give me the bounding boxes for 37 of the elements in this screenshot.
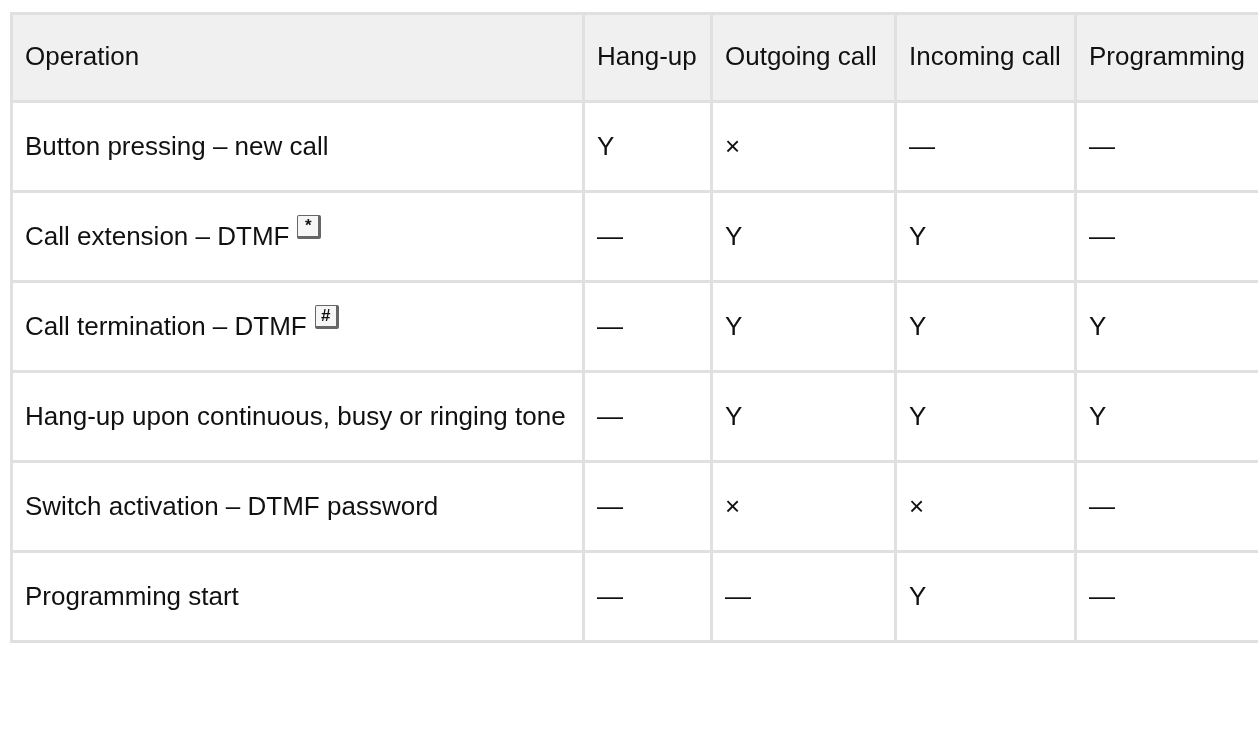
table-cell: × — [725, 131, 741, 161]
column-header: Hang-up — [597, 41, 697, 71]
keypad-key-icon: * — [297, 215, 322, 239]
table-cell: Button pressing – new call — [25, 131, 329, 161]
table-cell: — — [1089, 491, 1115, 521]
table-cell: Y — [909, 221, 927, 251]
table-cell: Y — [909, 311, 927, 341]
table-cell: Y — [597, 131, 615, 161]
table-cell: Y — [1089, 401, 1107, 431]
table-cell: — — [597, 401, 623, 431]
column-header: Programming — [1089, 41, 1246, 71]
table-cell: — — [597, 491, 623, 521]
table-cell: — — [909, 131, 935, 161]
table-cell: Switch activation – DTMF password — [25, 491, 439, 521]
keypad-key-icon: # — [314, 305, 339, 329]
table-cell: — — [597, 581, 623, 611]
table-cell: — — [1089, 131, 1115, 161]
table-cell: Y — [725, 311, 743, 341]
table-cell: Call extension – DTMF — [25, 221, 290, 251]
table-cell: Y — [909, 581, 927, 611]
column-header: Outgoing call — [725, 41, 877, 71]
table-cell: Programming start — [25, 581, 239, 611]
table-cell: Y — [1089, 311, 1107, 341]
table-cell: Y — [725, 401, 743, 431]
table-cell: — — [1089, 221, 1115, 251]
table-cell: Hang-up upon continuous, busy or ringing tone — [25, 401, 566, 431]
table-cell: — — [597, 221, 623, 251]
column-header: Incoming call — [909, 41, 1061, 71]
table-cell: Y — [725, 221, 743, 251]
table-cell: × — [725, 491, 741, 521]
table-cell: — — [597, 311, 623, 341]
table-cell: Call termination – DTMF — [25, 311, 307, 341]
table-cell: × — [909, 491, 925, 521]
table-cell: — — [725, 581, 751, 611]
table-cell: — — [1089, 581, 1115, 611]
table-cell: Y — [909, 401, 927, 431]
column-header: Operation — [25, 41, 140, 71]
